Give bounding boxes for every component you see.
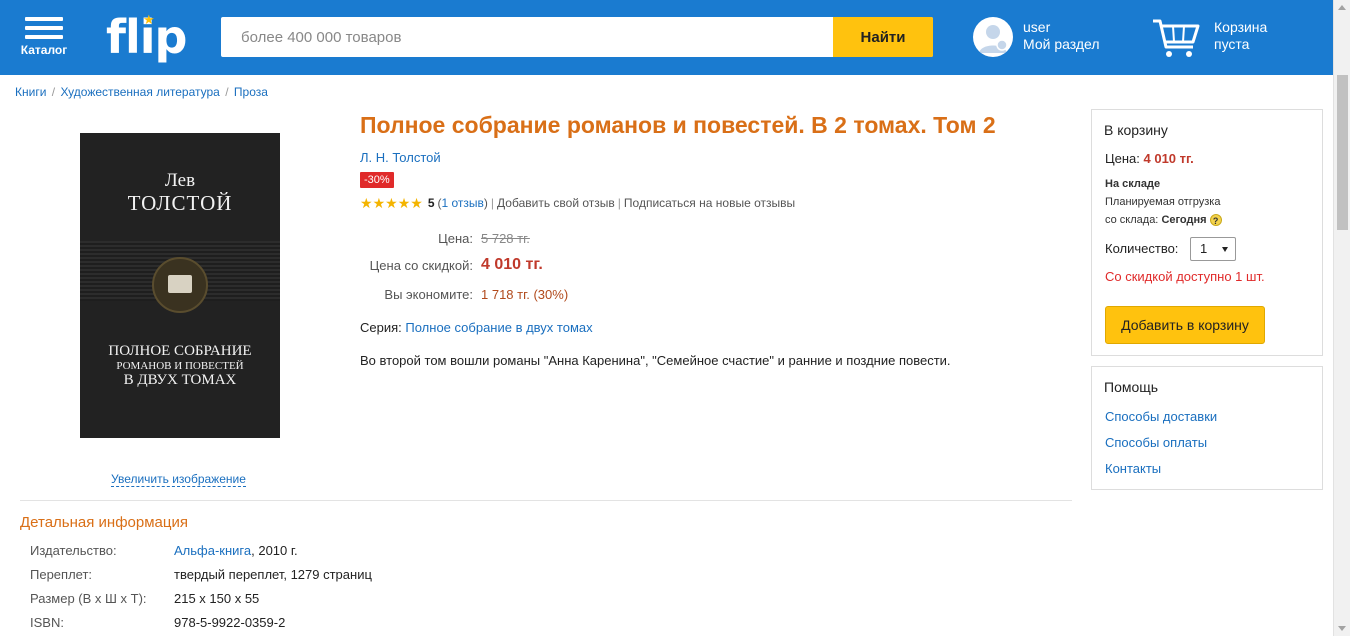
- series-link[interactable]: Полное собрание в двух томах: [405, 320, 592, 335]
- breadcrumb-fiction[interactable]: Художественная литература: [60, 85, 219, 99]
- detail-label: ISBN:: [30, 615, 64, 630]
- detail-label: Издательство:: [30, 543, 117, 558]
- breadcrumb-separator: /: [225, 85, 229, 99]
- cart-price-value: 4 010 тг.: [1143, 151, 1194, 166]
- star-icon: ★: [397, 195, 411, 211]
- section-divider: [20, 500, 1072, 501]
- payment-methods-link[interactable]: Способы оплаты: [1105, 435, 1207, 450]
- cart-box-price: Цена: 4 010 тг.: [1105, 151, 1194, 166]
- cart-price-label: Цена:: [1105, 151, 1140, 166]
- detail-value: 978-5-9922-0359-2: [174, 615, 286, 630]
- cart-icon: [1153, 19, 1200, 57]
- scroll-thumb[interactable]: [1337, 75, 1348, 230]
- star-icon: ★: [360, 195, 373, 211]
- search-button[interactable]: Найти: [833, 17, 933, 57]
- delivery-methods-link[interactable]: Способы доставки: [1105, 409, 1217, 424]
- breadcrumb-prose[interactable]: Проза: [234, 85, 268, 99]
- chevron-down-icon: [1222, 247, 1228, 252]
- subscribe-reviews-link[interactable]: Подписаться на новые отзывы: [624, 196, 795, 210]
- detail-row-isbn: ISBN: 978-5-9922-0359-2: [30, 615, 285, 630]
- catalog-menu-button[interactable]: Каталог: [20, 17, 68, 57]
- publisher-link[interactable]: Альфа-книга: [174, 543, 251, 558]
- cart-box-title: В корзину: [1104, 122, 1168, 138]
- detail-row-publisher: Издательство: Альфа-книга, 2010 г.: [30, 543, 298, 558]
- reviews-paren-close: ): [483, 196, 488, 210]
- detail-value: , 2010 г.: [251, 543, 298, 558]
- contacts-link[interactable]: Контакты: [1105, 461, 1161, 476]
- cover-title-line2: РОМАНОВ И ПОВЕСТЕЙ: [116, 360, 244, 372]
- discount-price-label: Цена со скидкой:: [369, 258, 473, 273]
- shipping-line2: со склада: Сегодня ?: [1105, 214, 1222, 226]
- shipping-day: Сегодня: [1161, 214, 1207, 226]
- detail-value: 215 x 150 x 55: [174, 591, 260, 606]
- detail-label: Размер (В х Ш х Т):: [30, 591, 147, 606]
- help-box-title: Помощь: [1104, 379, 1159, 395]
- add-to-cart-box: В корзину Цена: 4 010 тг. На складе План…: [1091, 109, 1323, 356]
- scroll-down-icon[interactable]: [1338, 626, 1346, 631]
- breadcrumb-separator: /: [51, 85, 56, 99]
- help-box: Помощь Способы доставки Способы оплаты К…: [1091, 366, 1323, 490]
- product-title: Полное собрание романов и повестей. В 2 …: [360, 112, 996, 138]
- economy-value: 1 718 тг. (30%): [481, 287, 569, 302]
- cover-author-first: Лев: [164, 170, 196, 191]
- price-label: Цена:: [438, 231, 473, 246]
- detail-row-size: Размер (В х Ш х Т): 215 x 150 x 55: [30, 591, 259, 606]
- cover-title-line3: В ДВУХ ТОМАХ: [123, 372, 237, 388]
- book-cover-image[interactable]: Лев ТОЛСТОЙ ПОЛНОЕ СОБРАНИЕ РОМАНОВ И ПО…: [80, 133, 280, 438]
- breadcrumb-books[interactable]: Книги: [15, 85, 46, 99]
- separator: |: [617, 196, 621, 210]
- search-input[interactable]: [221, 17, 833, 57]
- cart-title: Корзина: [1214, 19, 1268, 35]
- enlarge-image-link[interactable]: Увеличить изображение: [111, 472, 246, 487]
- cart-status: пуста: [1214, 36, 1250, 52]
- cover-emblem-icon: [152, 257, 208, 313]
- discount-availability-note: Со скидкой доступно 1 шт.: [1105, 269, 1265, 284]
- logo-star-icon: ★: [143, 12, 155, 27]
- help-question-icon[interactable]: ?: [1209, 214, 1222, 226]
- detail-label: Переплет:: [30, 567, 93, 582]
- shipping-line1: Планируемая отгрузка: [1105, 196, 1221, 208]
- author-link[interactable]: Л. Н. Толстой: [360, 150, 441, 165]
- quantity-value: 1: [1200, 241, 1208, 256]
- qty-label: Количество:: [1105, 241, 1179, 256]
- quantity-select[interactable]: 1: [1190, 237, 1236, 261]
- discount-price: 4 010 тг.: [481, 256, 543, 273]
- separator: |: [490, 196, 495, 210]
- detail-value: твердый переплет, 1279 страниц: [174, 567, 372, 582]
- rating-row: ★ ★ ★ ★ ★ 5 (1 отзыв) | Добавить свой от…: [360, 196, 795, 210]
- add-review-link[interactable]: Добавить свой отзыв: [497, 196, 615, 210]
- cover-title-line1: ПОЛНОЕ СОБРАНИЕ: [108, 343, 252, 359]
- user-name: user: [1023, 19, 1051, 35]
- discount-badge: -30%: [360, 172, 394, 188]
- add-to-cart-button[interactable]: Добавить в корзину: [1105, 306, 1265, 344]
- reviews-link[interactable]: 1 отзыв: [442, 196, 484, 210]
- search-bar: Найти: [221, 17, 933, 57]
- user-avatar-icon: [973, 17, 1013, 57]
- star-icon: ★: [385, 195, 398, 211]
- product-description: Во второй том вошли романы "Анна Каренин…: [360, 353, 951, 368]
- rating-stars: ★ ★ ★ ★ ★: [360, 196, 423, 210]
- cover-author-last: ТОЛСТОЙ: [127, 191, 233, 215]
- site-header: Каталог flip ★ Найти user Мой раздел: [0, 0, 1333, 75]
- rating-value: 5: [427, 196, 435, 210]
- menu-icon: [25, 17, 63, 39]
- user-section-link[interactable]: Мой раздел: [1023, 36, 1100, 53]
- page-scrollbar[interactable]: [1333, 0, 1350, 636]
- economy-label: Вы экономите:: [384, 287, 473, 302]
- scroll-up-icon[interactable]: [1338, 5, 1346, 10]
- old-price: 5 728 тг.: [481, 231, 530, 246]
- star-icon: ★: [372, 195, 386, 211]
- breadcrumb: Книги / Художественная литература / Проз…: [15, 85, 268, 99]
- series-label: Серия:: [360, 320, 402, 335]
- detail-row-binding: Переплет: твердый переплет, 1279 страниц: [30, 567, 372, 582]
- star-icon: ★: [410, 195, 423, 211]
- shipping-label: со склада:: [1105, 214, 1159, 226]
- details-heading: Детальная информация: [20, 514, 188, 531]
- catalog-label: Каталог: [20, 43, 68, 57]
- stock-status: На складе: [1105, 178, 1161, 190]
- series-row: Серия: Полное собрание в двух томах: [360, 320, 593, 335]
